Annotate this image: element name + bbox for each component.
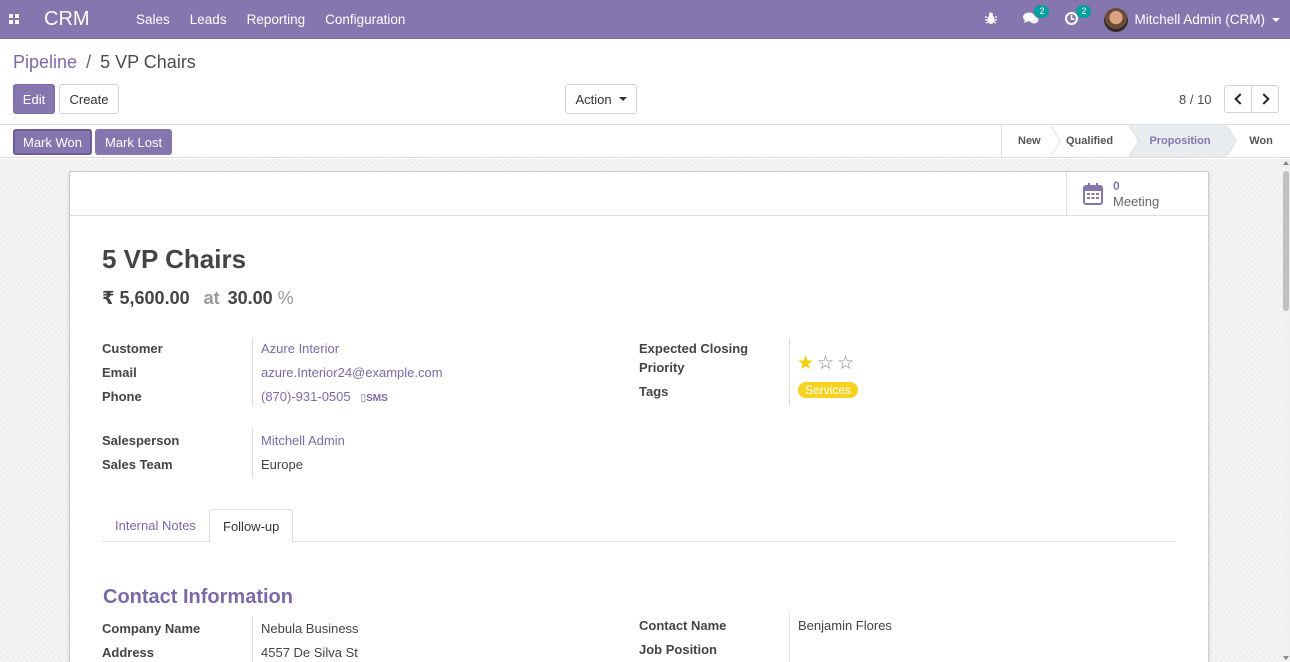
user-name: Mitchell Admin (CRM) xyxy=(1134,12,1265,27)
chevron-right-icon xyxy=(1257,93,1270,105)
menu-configuration[interactable]: Configuration xyxy=(325,12,405,27)
scroll-up-icon[interactable] xyxy=(1283,161,1289,165)
phone-value[interactable]: (870)-931-0505 ▯SMS xyxy=(261,389,388,404)
breadcrumb-separator: / xyxy=(86,52,92,72)
user-avatar xyxy=(1104,7,1129,32)
expected-closing-label: Expected Closing xyxy=(639,341,749,356)
apps-menu-icon[interactable] xyxy=(0,3,28,35)
star-filled-icon[interactable]: ★ xyxy=(797,354,814,373)
email-label: Email xyxy=(102,365,137,380)
notebook-tabs: Internal Notes Follow-up xyxy=(102,509,1176,543)
menu-reporting[interactable]: Reporting xyxy=(247,12,306,27)
stage-won-label: Won xyxy=(1249,135,1273,147)
stage-proposition-label: Proposition xyxy=(1149,135,1211,147)
smart-button-box: 0 Meeting xyxy=(70,172,1208,216)
breadcrumb-current: 5 VP Chairs xyxy=(100,52,196,72)
breadcrumb-pipeline-link[interactable]: Pipeline xyxy=(13,52,77,72)
sales-team-label: Sales Team xyxy=(102,457,173,472)
app-brand[interactable]: CRM xyxy=(44,8,136,31)
stage-qualified[interactable]: Qualified xyxy=(1050,125,1139,157)
expected-revenue-row: ₹ 5,600.00 at 30.00 % xyxy=(102,288,294,309)
menu-leads[interactable]: Leads xyxy=(190,12,227,27)
scroll-down-icon[interactable] xyxy=(1283,656,1289,660)
percent-sign: % xyxy=(277,288,294,308)
address-value[interactable]: 4557 De Silva St xyxy=(261,645,358,660)
create-button[interactable]: Create xyxy=(59,84,119,114)
messages-badge: 2 xyxy=(1034,4,1050,18)
field-divider xyxy=(252,338,253,406)
customer-label: Customer xyxy=(102,341,163,356)
stage-new-label: New xyxy=(1018,135,1041,147)
company-name-label: Company Name xyxy=(102,621,201,636)
activities-badge: 2 xyxy=(1076,4,1092,18)
pager-previous-button[interactable] xyxy=(1224,85,1252,113)
activities-clock-icon[interactable]: 2 xyxy=(1065,4,1092,28)
contact-name-value[interactable]: Benjamin Flores xyxy=(798,618,892,633)
scroll-thumb[interactable] xyxy=(1283,171,1289,311)
probability-value[interactable]: 30.00 xyxy=(228,288,273,308)
action-dropdown[interactable]: Action xyxy=(565,84,637,114)
priority-label: Priority xyxy=(639,360,685,375)
job-position-label: Job Position xyxy=(639,642,717,657)
user-menu[interactable]: Mitchell Admin (CRM) xyxy=(1104,7,1280,32)
field-divider xyxy=(252,428,253,478)
pager-next-button[interactable] xyxy=(1251,85,1279,113)
star-empty-icon[interactable]: ☆ xyxy=(837,354,854,373)
mark-won-button[interactable]: Mark Won xyxy=(13,129,92,155)
company-name-value[interactable]: Nebula Business xyxy=(261,621,359,636)
stage-pipeline: New Qualified Proposition Won xyxy=(1001,125,1290,157)
field-divider xyxy=(252,616,253,662)
lead-title[interactable]: 5 VP Chairs xyxy=(102,244,246,275)
tags-label: Tags xyxy=(639,384,669,399)
mark-lost-button[interactable]: Mark Lost xyxy=(95,129,173,155)
breadcrumb: Pipeline / 5 VP Chairs xyxy=(13,52,196,73)
field-divider xyxy=(789,614,790,662)
status-bar: Mark Won Mark Lost New Qualified Proposi… xyxy=(0,124,1290,158)
stage-qualified-label: Qualified xyxy=(1066,135,1114,147)
sms-link[interactable]: ▯SMS xyxy=(361,393,388,404)
action-label: Action xyxy=(575,91,612,107)
messages-chat-icon[interactable]: 2 xyxy=(1023,4,1050,28)
tab-follow-up[interactable]: Follow-up xyxy=(209,509,294,543)
tag-badge[interactable]: Services xyxy=(798,382,859,398)
address-label: Address xyxy=(102,645,155,660)
contact-name-label: Contact Name xyxy=(639,618,727,633)
edit-button[interactable]: Edit xyxy=(13,84,55,114)
stage-proposition[interactable]: Proposition xyxy=(1128,125,1237,157)
email-value[interactable]: azure.Interior24@example.com xyxy=(261,365,443,380)
contact-information-heading: Contact Information xyxy=(103,586,293,608)
sms-label: SMS xyxy=(366,393,388,404)
sales-team-value[interactable]: Europe xyxy=(261,457,303,472)
meeting-count: 0 xyxy=(1113,178,1120,193)
expected-revenue[interactable]: ₹ 5,600.00 xyxy=(102,288,190,308)
salesperson-label: Salesperson xyxy=(102,433,180,448)
salesperson-value[interactable]: Mitchell Admin xyxy=(261,433,345,448)
phone-label: Phone xyxy=(102,389,142,404)
top-navbar: CRM Sales Leads Reporting Configuration … xyxy=(0,0,1290,39)
debug-bug-icon[interactable] xyxy=(985,12,998,28)
form-sheet: 0 Meeting 5 VP Chairs ₹ 5,600.00 at 30.00 … xyxy=(69,171,1209,662)
field-divider xyxy=(789,338,790,406)
chevron-left-icon xyxy=(1233,93,1246,105)
tab-internal-notes[interactable]: Internal Notes xyxy=(102,509,209,542)
customer-value[interactable]: Azure Interior xyxy=(261,341,339,356)
menu-sales[interactable]: Sales xyxy=(136,12,170,27)
meeting-smart-button[interactable]: 0 Meeting xyxy=(1066,172,1208,215)
priority-stars[interactable]: ★ ☆ ☆ xyxy=(797,354,857,373)
phone-number[interactable]: (870)-931-0505 xyxy=(261,389,351,404)
meeting-label: Meeting xyxy=(1113,193,1160,209)
star-empty-icon[interactable]: ☆ xyxy=(817,354,834,373)
revenue-at-label: at xyxy=(203,288,220,308)
user-caret-icon xyxy=(1272,17,1280,22)
calendar-icon xyxy=(1083,182,1103,205)
action-caret-icon xyxy=(618,97,627,101)
pager-value[interactable]: 8 / 10 xyxy=(1179,92,1212,107)
page-scrollbar[interactable] xyxy=(1282,159,1290,662)
stage-new[interactable]: New xyxy=(1002,125,1061,157)
